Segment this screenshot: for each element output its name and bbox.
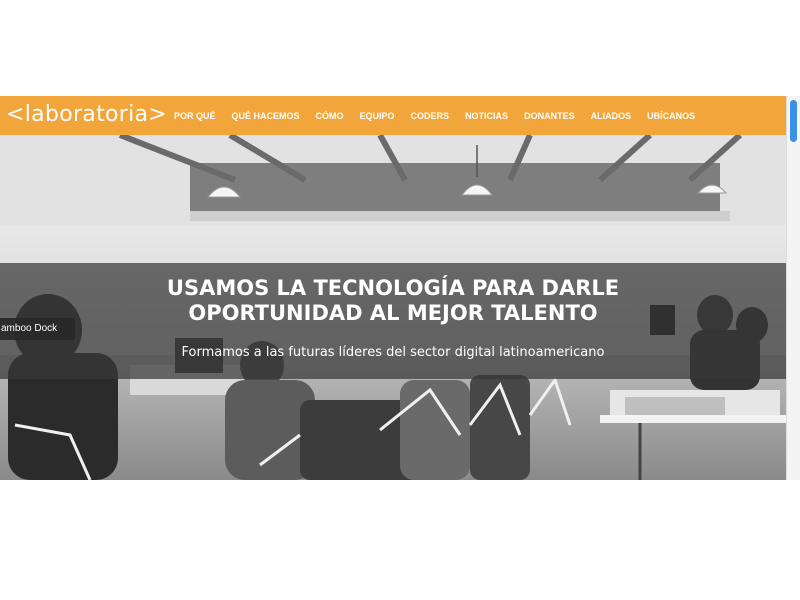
nav-coders[interactable]: CODERS xyxy=(411,111,450,121)
main-nav: POR QUÉ QUÉ HACEMOS CÓMO EQUIPO CODERS N… xyxy=(174,96,711,135)
hero-headline-line1: USAMOS LA TECNOLOGÍA PARA DARLE xyxy=(166,276,620,300)
vertical-scrollbar[interactable] xyxy=(786,96,800,480)
scrollbar-thumb[interactable] xyxy=(790,100,797,142)
top-navbar: <laboratoria> POR QUÉ QUÉ HACEMOS CÓMO E… xyxy=(0,96,786,135)
nav-ubicanos[interactable]: UBÍCANOS xyxy=(647,111,695,121)
hero-headline-line2: OPORTUNIDAD AL MEJOR TALENTO xyxy=(188,301,598,325)
browser-viewport: <laboratoria> POR QUÉ QUÉ HACEMOS CÓMO E… xyxy=(0,96,800,480)
nav-como[interactable]: CÓMO xyxy=(316,111,344,121)
nav-que-hacemos[interactable]: QUÉ HACEMOS xyxy=(232,111,300,121)
dock-tooltip: amboo Dock xyxy=(0,318,75,340)
nav-donantes[interactable]: DONANTES xyxy=(524,111,575,121)
nav-equipo[interactable]: EQUIPO xyxy=(360,111,395,121)
hero-section: USAMOS LA TECNOLOGÍA PARA DARLE OPORTUNI… xyxy=(0,135,786,480)
nav-noticias[interactable]: NOTICIAS xyxy=(465,111,508,121)
hero-subheadline: Formamos a las futuras líderes del secto… xyxy=(181,345,605,360)
nav-por-que[interactable]: POR QUÉ xyxy=(174,111,216,121)
laboratoria-logo[interactable]: <laboratoria> xyxy=(6,101,167,129)
hero-headline: USAMOS LA TECNOLOGÍA PARA DARLE OPORTUNI… xyxy=(0,276,786,326)
nav-aliados[interactable]: ALIADOS xyxy=(591,111,632,121)
